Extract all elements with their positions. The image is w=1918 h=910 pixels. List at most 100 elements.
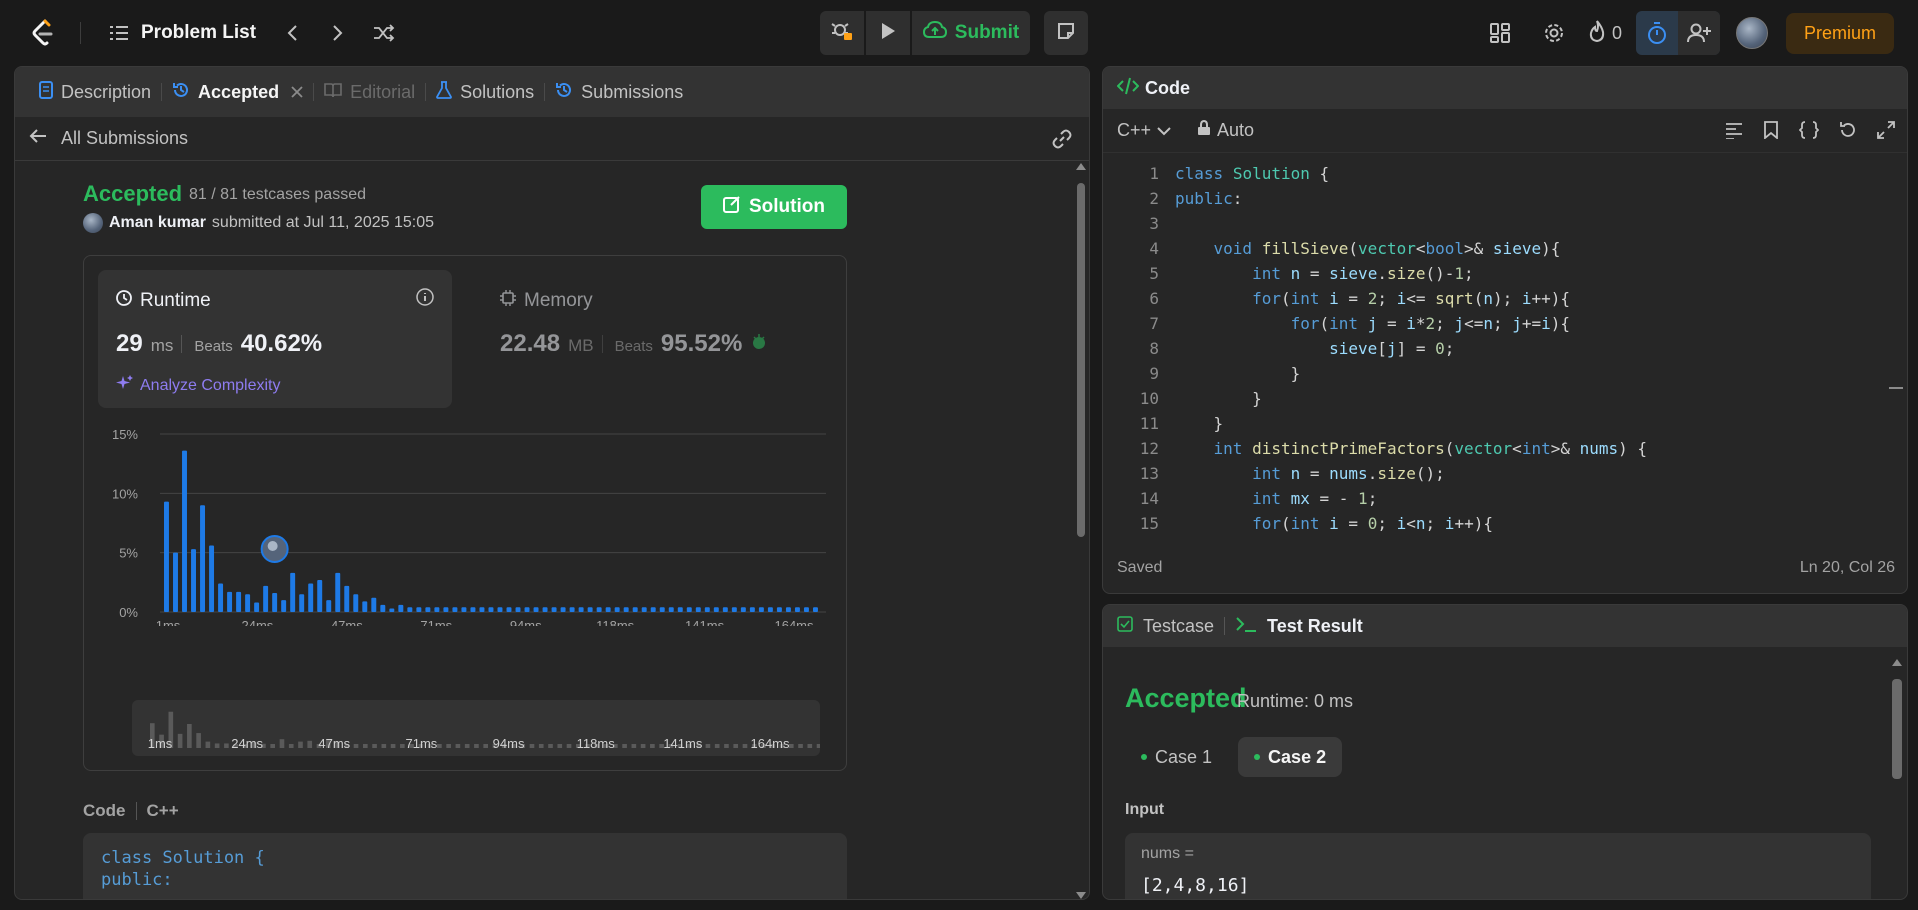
code-line[interactable]: 6 for(int i = 2; i<= sqrt(n); i++){: [1103, 286, 1907, 311]
code-line[interactable]: 12 int distinctPrimeFactors(vector<int>&…: [1103, 436, 1907, 461]
shuffle-icon[interactable]: [368, 17, 400, 49]
runtime-bar[interactable]: [569, 607, 575, 612]
expand-icon[interactable]: [1877, 121, 1895, 144]
tab-accepted[interactable]: Accepted: [162, 81, 313, 104]
runtime-bar[interactable]: [605, 607, 611, 612]
chart-range-slider[interactable]: 1ms 24ms 47ms 71ms 94ms 118ms 141ms 164ms: [132, 700, 820, 756]
runtime-bar[interactable]: [182, 450, 187, 612]
runtime-bar[interactable]: [497, 607, 503, 612]
code-line[interactable]: 4 void fillSieve(vector<bool>& sieve){: [1103, 236, 1907, 261]
runtime-bar[interactable]: [587, 607, 593, 612]
runtime-bar[interactable]: [209, 545, 215, 612]
code-line[interactable]: 1 class Solution {: [1103, 161, 1907, 186]
runtime-bar[interactable]: [236, 591, 242, 612]
runtime-bar[interactable]: [227, 591, 233, 612]
code-line[interactable]: 11 }: [1103, 411, 1907, 436]
format-lines-icon[interactable]: [1725, 121, 1743, 144]
code-line[interactable]: 14 int mx = - 1;: [1103, 486, 1907, 511]
code-line[interactable]: 3: [1103, 211, 1907, 236]
code-line[interactable]: 5 int n = sieve.size()-1;: [1103, 261, 1907, 286]
editor-scrollbar[interactable]: [1889, 157, 1903, 537]
code-line[interactable]: 8 sieve[j] = 0;: [1103, 336, 1907, 361]
runtime-bar[interactable]: [461, 607, 467, 612]
runtime-bar[interactable]: [335, 572, 341, 612]
runtime-bar[interactable]: [812, 607, 818, 612]
runtime-bar[interactable]: [272, 593, 278, 612]
tab-solutions[interactable]: Solutions: [426, 80, 544, 104]
runtime-bar[interactable]: [191, 549, 196, 612]
runtime-bar[interactable]: [695, 607, 701, 612]
runtime-bar[interactable]: [722, 607, 728, 612]
runtime-bar[interactable]: [290, 572, 296, 612]
code-line[interactable]: 9 }: [1103, 361, 1907, 386]
tab-submissions[interactable]: Submissions: [545, 81, 693, 104]
code-line[interactable]: 7 for(int j = i*2; j<=n; j+=i){: [1103, 311, 1907, 336]
runtime-bar[interactable]: [407, 607, 413, 612]
runtime-bar[interactable]: [344, 585, 350, 612]
runtime-bar[interactable]: [452, 607, 458, 612]
runtime-bar[interactable]: [758, 607, 764, 612]
runtime-bar[interactable]: [533, 607, 539, 612]
runtime-bar[interactable]: [245, 594, 251, 612]
runtime-bar[interactable]: [740, 607, 746, 612]
runtime-bar[interactable]: [218, 583, 224, 612]
runtime-bar[interactable]: [686, 607, 692, 612]
runtime-bar[interactable]: [506, 607, 512, 612]
run-button[interactable]: [866, 11, 910, 55]
runtime-bar[interactable]: [398, 604, 404, 612]
runtime-bar[interactable]: [749, 607, 755, 612]
back-arrow-icon[interactable]: [29, 128, 47, 149]
case-2-button[interactable]: Case 2: [1238, 737, 1343, 777]
code-line[interactable]: 2 public:: [1103, 186, 1907, 211]
test-scrollbar[interactable]: [1891, 659, 1903, 899]
post-solution-button[interactable]: Solution: [701, 185, 847, 229]
case-1-button[interactable]: Case 1: [1125, 737, 1228, 777]
all-submissions-link[interactable]: All Submissions: [61, 128, 188, 149]
info-icon[interactable]: [416, 288, 434, 311]
runtime-bar[interactable]: [200, 505, 206, 612]
runtime-bar[interactable]: [434, 607, 440, 612]
left-scroll-thumb[interactable]: [1077, 183, 1085, 537]
tab-test-result[interactable]: Test Result: [1267, 616, 1363, 637]
left-scrollbar[interactable]: [1075, 163, 1087, 899]
runtime-bar[interactable]: [299, 594, 305, 612]
your-submission-marker[interactable]: [260, 535, 289, 564]
reset-icon[interactable]: [1839, 121, 1857, 144]
runtime-bar[interactable]: [731, 607, 737, 612]
prev-problem-icon[interactable]: [276, 17, 308, 49]
problem-list-link[interactable]: Problem List: [141, 22, 256, 44]
notes-button[interactable]: [1044, 11, 1088, 55]
submitter-name[interactable]: Aman kumar: [109, 214, 206, 232]
runtime-bar[interactable]: [767, 607, 773, 612]
code-line[interactable]: 10 }: [1103, 386, 1907, 411]
runtime-bar[interactable]: [443, 607, 449, 612]
runtime-bar[interactable]: [677, 607, 683, 612]
close-tab-icon[interactable]: [291, 82, 303, 103]
runtime-bar[interactable]: [542, 607, 548, 612]
runtime-bar[interactable]: [578, 607, 584, 612]
runtime-bar[interactable]: [776, 607, 782, 612]
runtime-bar[interactable]: [371, 597, 377, 612]
runtime-card[interactable]: Runtime 29 ms Beats 40.62% Analyze Compl…: [98, 270, 452, 408]
runtime-bar[interactable]: [416, 607, 422, 612]
braces-icon[interactable]: [1798, 121, 1820, 144]
runtime-bar[interactable]: [173, 552, 178, 612]
submit-button[interactable]: Submit: [912, 11, 1030, 55]
runtime-bar[interactable]: [317, 579, 323, 612]
user-avatar[interactable]: [1735, 17, 1768, 49]
debug-button[interactable]: [820, 11, 864, 55]
tab-description[interactable]: Description: [29, 80, 161, 104]
runtime-bar[interactable]: [479, 607, 485, 612]
tab-testcase[interactable]: Testcase: [1143, 616, 1214, 637]
code-line[interactable]: 13 int n = nums.size();: [1103, 461, 1907, 486]
runtime-bar[interactable]: [281, 600, 287, 612]
runtime-bar[interactable]: [560, 607, 566, 612]
tab-editorial[interactable]: Editorial: [314, 82, 425, 103]
runtime-bar[interactable]: [659, 607, 665, 612]
runtime-bar[interactable]: [308, 583, 314, 612]
runtime-bar[interactable]: [353, 594, 359, 612]
code-editor[interactable]: 1 class Solution {2 public: 3 4 void fillSie…: [1103, 153, 1907, 537]
runtime-bar[interactable]: [362, 601, 368, 612]
runtime-bar[interactable]: [803, 607, 809, 612]
runtime-bar[interactable]: [668, 607, 674, 612]
